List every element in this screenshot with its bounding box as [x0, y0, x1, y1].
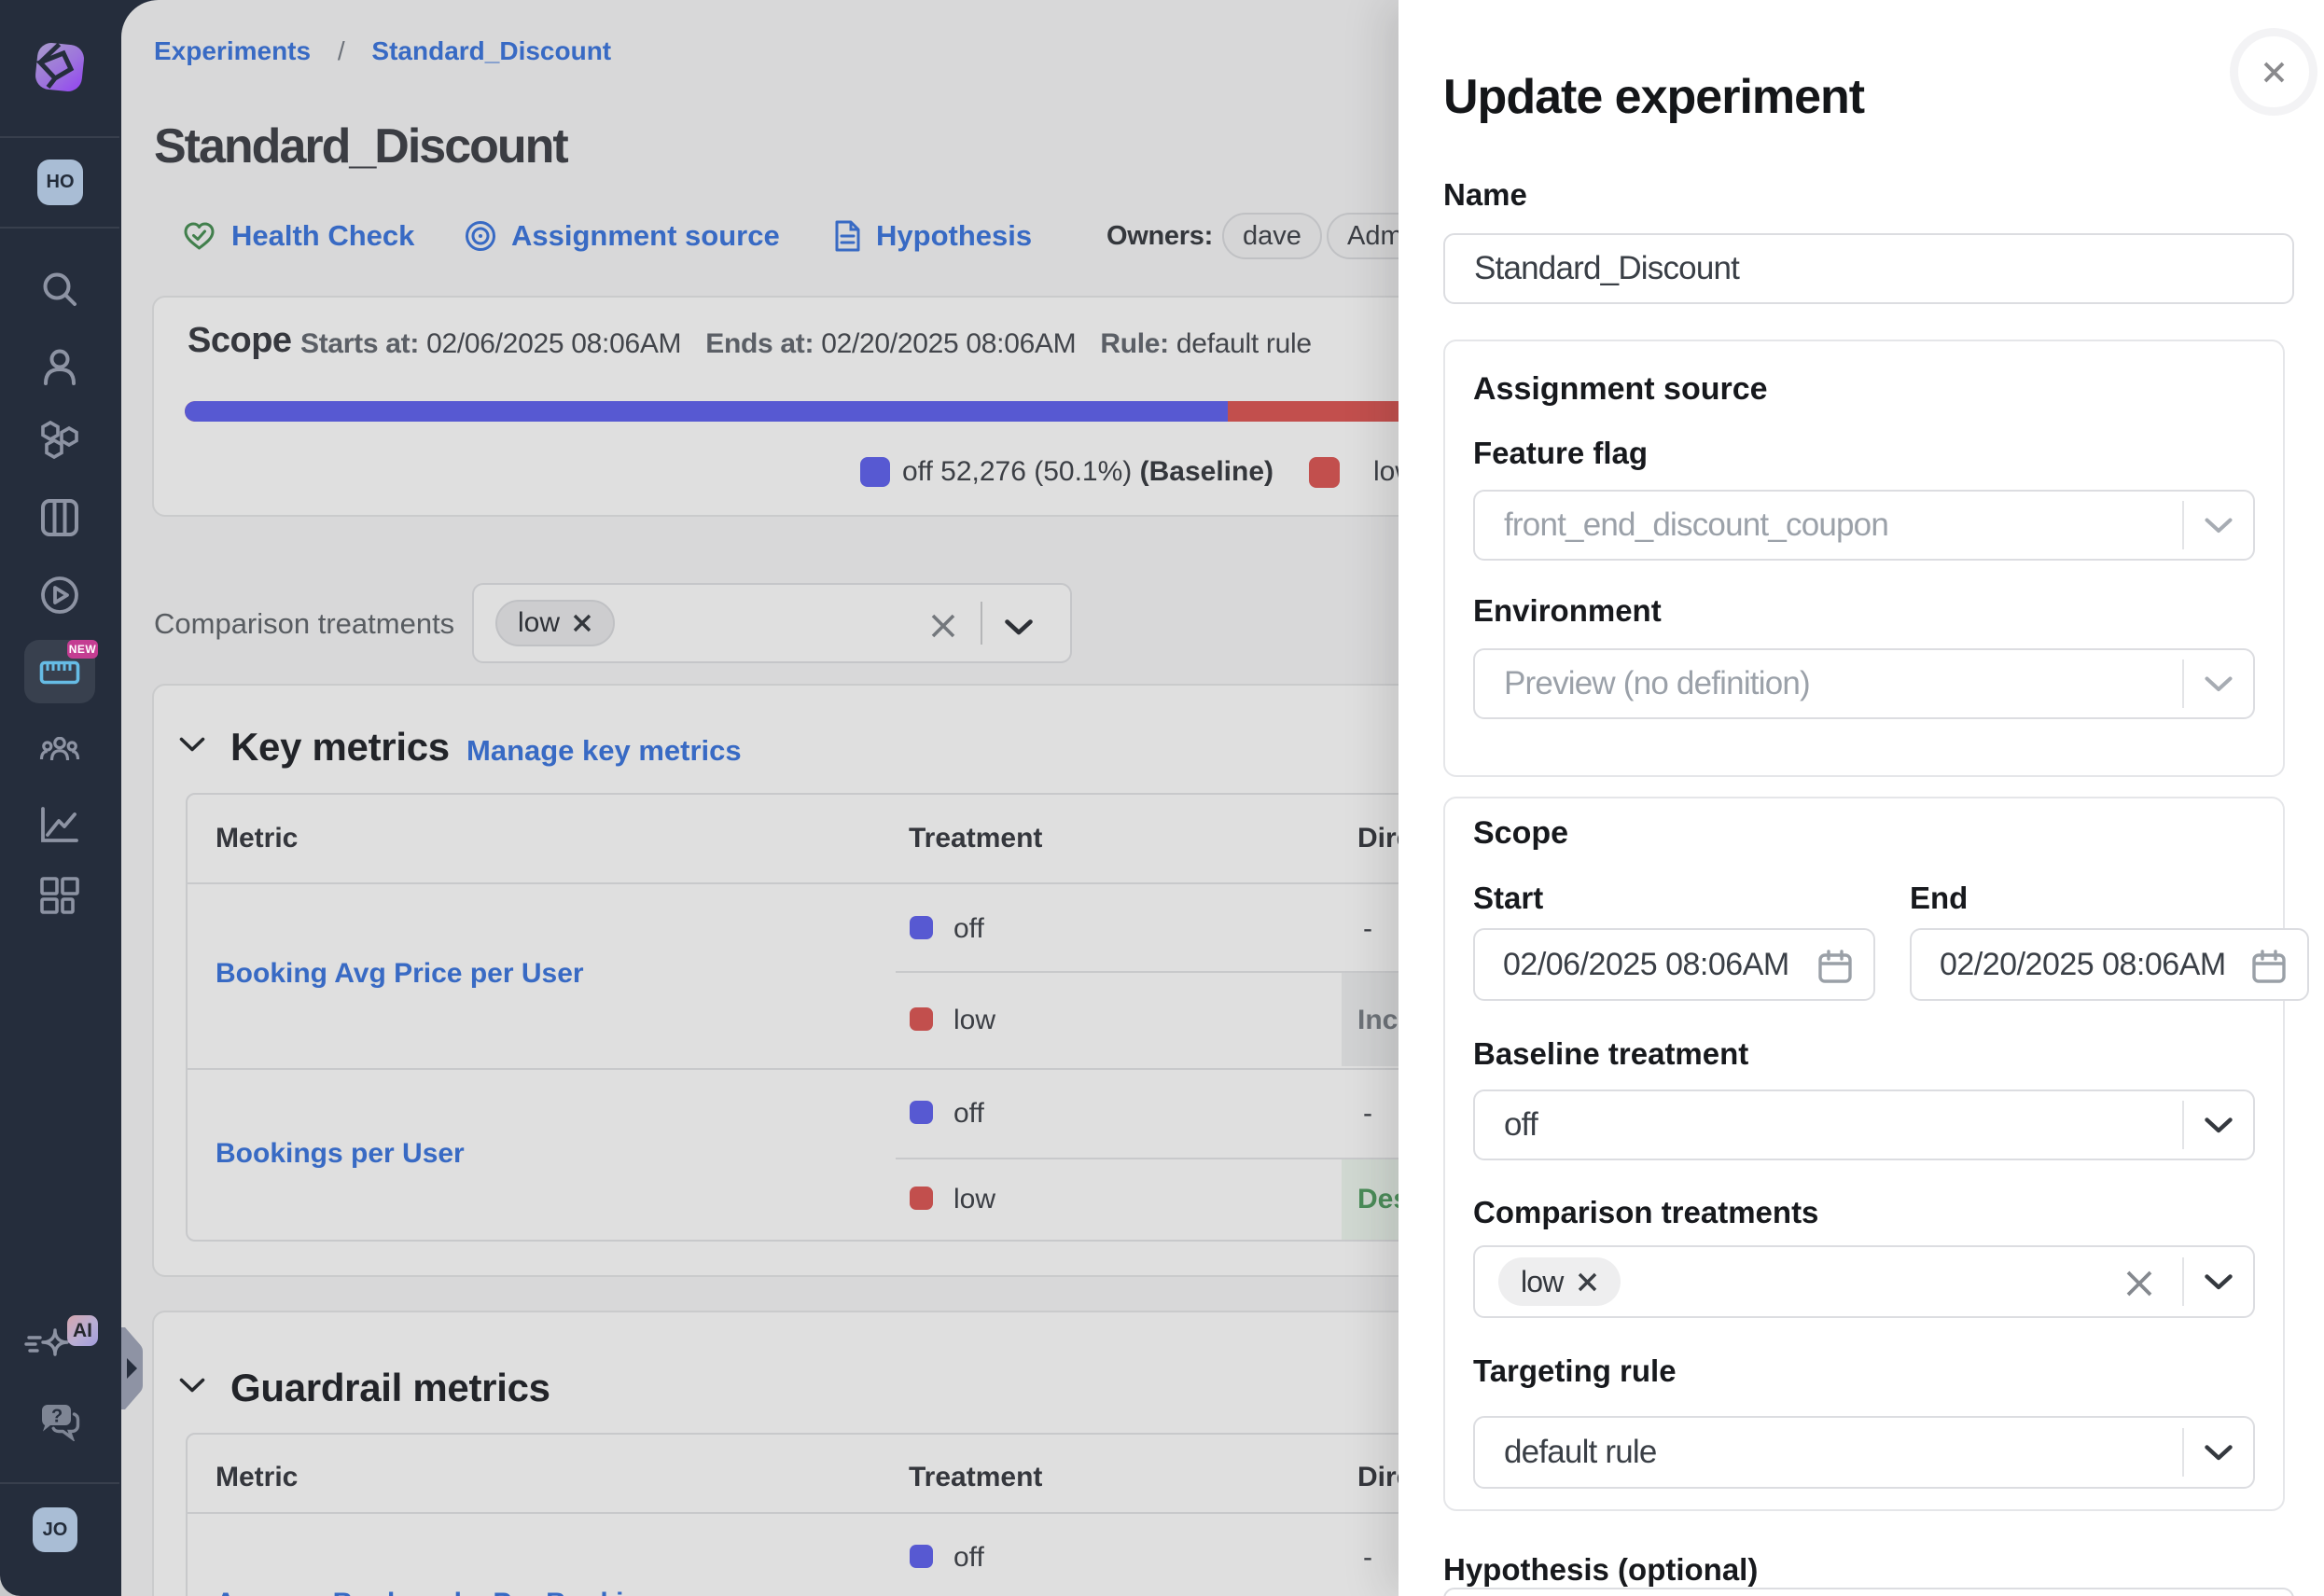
svg-text:?: ? — [51, 1407, 63, 1427]
